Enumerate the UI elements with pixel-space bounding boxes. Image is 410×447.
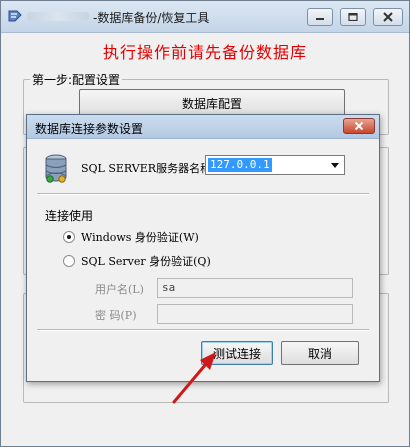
main-window-title: -数据库备份/恢复工具 bbox=[93, 11, 210, 25]
chevron-down-icon bbox=[331, 162, 339, 168]
server-name-label: SQL SERVER服务器名称 bbox=[81, 162, 212, 175]
windows-auth-label: Windows 身份验证(W) bbox=[81, 231, 199, 244]
sql-auth-label: SQL Server 身份验证(Q) bbox=[81, 255, 211, 268]
maximize-button[interactable] bbox=[340, 8, 366, 26]
blurred-app-name bbox=[27, 12, 89, 21]
db-config-button[interactable]: 数据库配置 bbox=[79, 89, 345, 117]
server-name-value: 127.0.0.1 bbox=[208, 158, 272, 172]
password-field[interactable] bbox=[157, 304, 353, 324]
dropdown-button[interactable] bbox=[326, 156, 344, 174]
windows-auth-radio[interactable]: Windows 身份验证(W) bbox=[63, 229, 199, 245]
app-icon bbox=[8, 10, 22, 22]
maximize-icon bbox=[348, 13, 358, 21]
backup-warning-text: 执行操作前请先备份数据库 bbox=[102, 43, 307, 62]
server-name-select[interactable]: 127.0.0.1 bbox=[205, 155, 345, 175]
minimize-button[interactable] bbox=[307, 8, 333, 26]
minimize-icon bbox=[316, 18, 324, 20]
radio-checked-icon[interactable] bbox=[63, 231, 75, 243]
dialog-close-button[interactable] bbox=[343, 118, 375, 134]
main-titlebar[interactable]: -数据库备份/恢复工具 bbox=[1, 1, 409, 33]
sql-auth-radio[interactable]: SQL Server 身份验证(Q) bbox=[63, 253, 211, 269]
username-field[interactable]: sa bbox=[157, 278, 353, 298]
dialog-separator bbox=[37, 329, 369, 331]
step1-legend: 第一步:配置设置 bbox=[30, 71, 123, 88]
cancel-button[interactable]: 取消 bbox=[281, 341, 359, 365]
radio-unchecked-icon[interactable] bbox=[63, 255, 75, 267]
auth-method-label: 连接使用 bbox=[45, 209, 94, 223]
dialog-title: 数据库连接参数设置 bbox=[35, 122, 144, 136]
password-label: 密 码(P) bbox=[95, 309, 137, 322]
dialog-separator bbox=[37, 193, 369, 195]
close-icon bbox=[383, 12, 393, 22]
red-arrow-annotation bbox=[172, 352, 216, 404]
database-server-icon bbox=[45, 154, 67, 183]
username-label: 用户名(L) bbox=[95, 283, 144, 296]
dialog-titlebar[interactable]: 数据库连接参数设置 bbox=[27, 115, 379, 139]
close-icon bbox=[354, 121, 364, 131]
close-button[interactable] bbox=[373, 8, 403, 26]
